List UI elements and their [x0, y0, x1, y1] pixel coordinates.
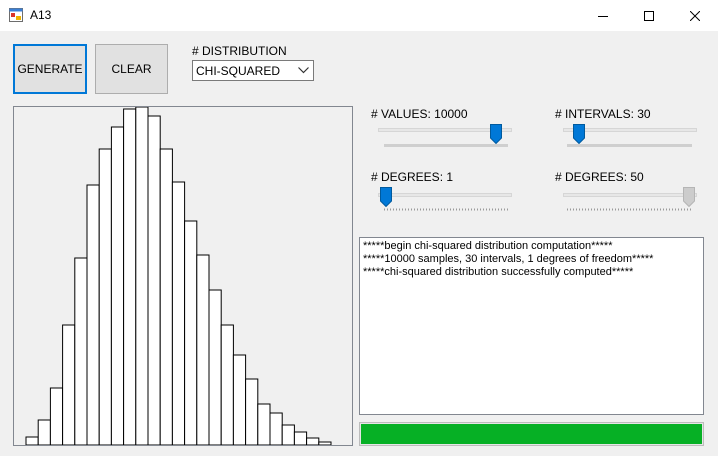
progress-bar	[359, 422, 704, 446]
degrees-slider-thumb[interactable]	[380, 187, 392, 207]
maximize-button[interactable]	[626, 0, 672, 31]
histogram-bar	[159, 148, 173, 445]
title-bar: A13	[0, 0, 718, 31]
histogram-bar	[220, 324, 234, 445]
histogram-chart	[13, 106, 353, 446]
histogram-bar	[123, 108, 137, 445]
close-icon	[690, 10, 700, 21]
window-title: A13	[30, 8, 52, 22]
histogram-bar	[98, 148, 112, 445]
histogram-bar	[74, 257, 88, 445]
distribution-selected-value: CHI-SQUARED	[196, 64, 281, 78]
histogram-bar	[245, 378, 259, 445]
degrees-slider-label: # DEGREES: 1	[371, 170, 454, 184]
distribution-label: # DISTRIBUTION	[192, 44, 287, 58]
histogram-bar	[281, 424, 295, 445]
histogram-bar	[147, 115, 161, 445]
histogram-bar	[184, 220, 198, 445]
intervals-slider-thumb[interactable]	[573, 124, 585, 144]
histogram-bar	[293, 431, 308, 445]
close-button[interactable]	[672, 0, 718, 31]
degrees-50-slider-thumb[interactable]	[683, 187, 695, 207]
chevron-down-icon	[298, 67, 309, 74]
histogram-bar	[269, 412, 283, 445]
degrees-slider-ticks	[384, 208, 509, 211]
histogram-bar	[49, 387, 64, 445]
degrees-50-slider-label: # DEGREES: 50	[555, 170, 644, 184]
histogram-svg	[25, 107, 332, 445]
histogram-bar	[110, 126, 125, 445]
histogram-bar	[318, 441, 332, 445]
histogram-bar	[208, 289, 222, 445]
log-line: *****chi-squared distribution successful…	[363, 266, 634, 278]
histogram-bar	[86, 184, 100, 445]
values-slider-thumb[interactable]	[490, 124, 502, 144]
clear-button[interactable]: CLEAR	[95, 44, 168, 94]
log-output[interactable]: *****begin chi-squared distribution comp…	[359, 237, 704, 415]
histogram-bar	[25, 436, 39, 445]
histogram-bar	[306, 437, 320, 445]
minimize-icon	[598, 15, 608, 17]
histogram-bar	[135, 107, 149, 445]
degrees-50-slider-track[interactable]	[563, 193, 697, 197]
values-slider-label: # VALUES: 10000	[371, 107, 468, 121]
histogram-bar	[232, 354, 247, 445]
histogram-bar	[171, 181, 186, 445]
histogram-bar	[37, 419, 51, 445]
degrees-slider-track[interactable]	[378, 193, 512, 197]
histogram-bar	[257, 403, 271, 445]
minimize-button[interactable]	[580, 0, 626, 31]
maximize-icon	[644, 10, 654, 21]
histogram-bar	[62, 324, 76, 445]
app-icon	[9, 8, 23, 22]
log-line: *****10000 samples, 30 intervals, 1 degr…	[363, 253, 654, 265]
log-line: *****begin chi-squared distribution comp…	[363, 240, 613, 252]
degrees-50-slider-ticks	[567, 208, 692, 211]
generate-button[interactable]: GENERATE	[13, 44, 87, 94]
distribution-select[interactable]: CHI-SQUARED	[192, 60, 314, 81]
progress-fill	[361, 424, 702, 444]
values-slider-tickbar	[384, 144, 508, 147]
intervals-slider-tickbar	[567, 144, 692, 147]
intervals-slider-label: # INTERVALS: 30	[555, 107, 651, 121]
histogram-bar	[196, 254, 210, 445]
